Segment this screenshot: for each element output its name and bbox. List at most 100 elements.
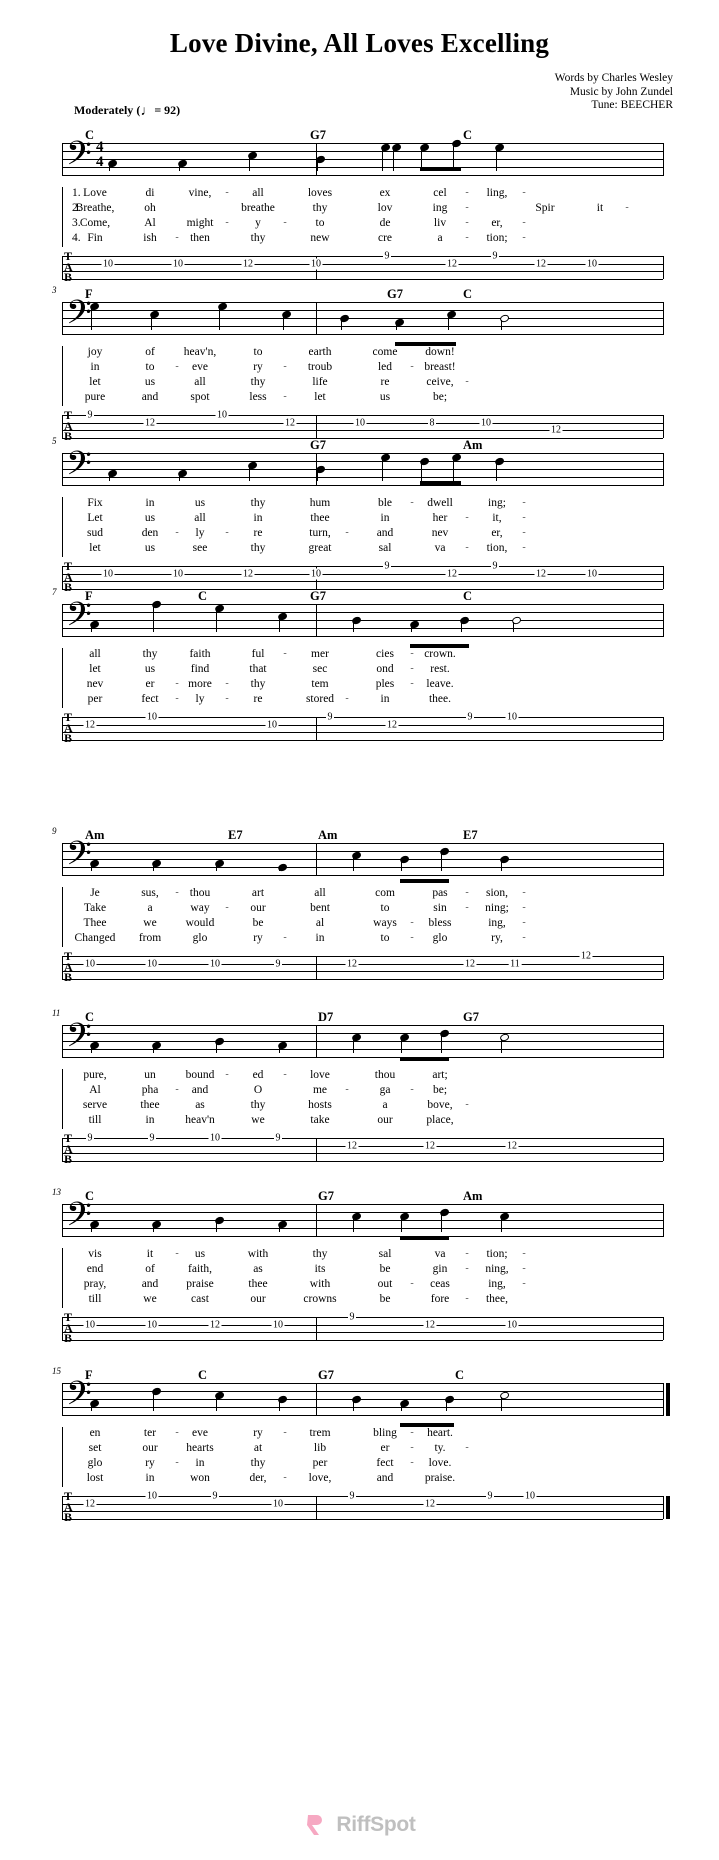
tab-fret-number: 12	[241, 258, 255, 269]
beam	[420, 481, 461, 485]
lyric-line: Thee we would be al - ways bless - ing,	[0, 917, 719, 932]
lyric-syllable: Take	[83, 902, 107, 914]
tablature-staff: T A B 10 10 12 10 9 12 10	[0, 1311, 719, 1350]
tab-fret-number: 10	[353, 417, 367, 428]
lyric-syllable: love	[310, 1069, 330, 1081]
tab-fret-number: 12	[463, 958, 477, 969]
lyric-hyphen: -	[175, 232, 179, 243]
tab-final-barline	[666, 1496, 670, 1519]
chord-row: F C G7 C	[0, 1368, 719, 1383]
lyric-hyphen: -	[175, 1457, 179, 1468]
lyric-syllable: thy	[312, 202, 328, 214]
lyric-hyphen: -	[522, 217, 526, 228]
lyric-hyphen: -	[410, 1084, 414, 1095]
tab-barline	[663, 566, 665, 589]
tab-letter: B	[64, 1152, 73, 1167]
lyric-hyphen: -	[410, 361, 414, 372]
lyric-syllable: ning,	[485, 1263, 509, 1275]
lyric-line: Let us all in thee in - her - it,	[0, 512, 719, 527]
tab-fret-number: 10	[83, 1319, 97, 1330]
lyric-line: nev - er - more thy tem - ples leave.	[0, 678, 719, 693]
note-stem	[90, 1047, 92, 1053]
lyric-syllable: from	[138, 932, 162, 944]
lyric-hyphen: -	[175, 887, 179, 898]
lyric-syllable: faith	[189, 648, 211, 660]
lyric-syllable: pas	[432, 887, 448, 899]
tab-fret-number: 12	[445, 568, 459, 579]
lyric-syllable: crowns	[303, 1293, 337, 1305]
lyric-syllable: Thee	[83, 917, 107, 929]
lyric-syllable: nev	[86, 678, 104, 690]
tab-barline	[663, 956, 665, 979]
lyric-syllable: way	[190, 902, 210, 914]
lyric-hyphen: -	[410, 1278, 414, 1289]
chord-row: G7 Am	[0, 438, 719, 453]
lyric-syllable: Breathe,	[75, 202, 115, 214]
lyric-syllable: thy	[250, 376, 266, 388]
lyric-line: let us find that sec - ond rest.	[0, 663, 719, 678]
lyric-syllable: it	[596, 202, 604, 214]
tab-line	[62, 1160, 663, 1162]
note-stem	[178, 475, 180, 481]
lyric-hyphen: -	[465, 1293, 469, 1304]
lyric-syllable: set	[88, 1442, 102, 1454]
lyric-syllable: ceive,	[426, 376, 454, 388]
barline	[663, 843, 665, 876]
lyric-syllable: ing,	[488, 917, 506, 929]
lyric-syllable: art	[251, 887, 265, 899]
lyric-hyphen: -	[225, 187, 229, 198]
riffspot-logo: RiffSpot	[0, 1812, 719, 1838]
lyric-syllable: thy	[250, 1099, 266, 1111]
lyric-line: 1. Love di - vine, all loves ex - cel - ling,	[0, 187, 719, 202]
lyric-syllable: per	[87, 693, 103, 705]
lyric-syllable: Love	[83, 187, 107, 199]
lyric-hyphen: -	[522, 917, 526, 928]
tab-barline	[316, 956, 318, 979]
note-stem	[218, 308, 220, 330]
note-stem	[215, 865, 217, 871]
note-stem	[278, 1226, 280, 1232]
lyric-hyphen: -	[465, 512, 469, 523]
tab-line	[62, 263, 663, 265]
lyrics-block: Je - sus, thou art all com - pas - sion, Take a - way o…	[0, 887, 719, 947]
tab-line	[62, 581, 663, 582]
lyric-syllable: sec	[312, 663, 328, 675]
lyric-syllable: com	[375, 887, 395, 899]
lyric-line: en - ter eve - ry trem - bling heart.	[0, 1427, 719, 1442]
tab-line	[62, 724, 663, 726]
lyric-syllable: ble	[377, 497, 393, 509]
tab-fret-number: 12	[423, 1140, 437, 1151]
lyric-line: all thy faith - ful mer - cies crown.	[0, 648, 719, 663]
lyric-syllable: me	[312, 1084, 328, 1096]
chord-symbol: G7	[463, 1010, 479, 1024]
lyric-line: Je - sus, thou art all com - pas - sion,	[0, 887, 719, 902]
note-stem	[500, 320, 502, 330]
lyric-hyphen: -	[283, 217, 287, 228]
chord-row: C D7 G7	[0, 1010, 719, 1025]
lyric-syllable: ond	[376, 663, 394, 675]
lyric-syllable: find	[190, 663, 210, 675]
tab-clef-letters: TAB	[64, 250, 73, 283]
lyric-syllable: led	[377, 361, 393, 373]
note-stem	[500, 1039, 502, 1053]
tablature-staff: T A B 10 10 10 9 12 12 11 12	[0, 950, 719, 989]
lyric-syllable: leave.	[426, 678, 454, 690]
lyric-syllable: ful	[251, 648, 265, 660]
lyric-syllable: let	[89, 376, 101, 388]
notation-staff: 𝄢 4 4	[0, 138, 719, 187]
lyric-syllable: and	[376, 1472, 394, 1484]
lyric-hyphen: -	[522, 902, 526, 913]
chord-symbol: C	[463, 287, 473, 301]
tab-barline	[316, 415, 318, 438]
staff-line	[62, 859, 663, 860]
tab-fret-number: 10	[208, 1132, 222, 1144]
tab-line	[62, 732, 663, 733]
lyric-syllable: out	[377, 1278, 393, 1290]
lyric-syllable: pha	[141, 1084, 159, 1096]
lyric-syllable: eve	[192, 1427, 208, 1439]
tab-fret-number: 12	[445, 258, 459, 269]
tab-clef-letters: TAB	[64, 950, 73, 983]
lyric-syllable: mer	[311, 648, 329, 660]
lyric-syllable: liv	[433, 217, 447, 229]
tab-fret-number: 12	[549, 424, 563, 436]
